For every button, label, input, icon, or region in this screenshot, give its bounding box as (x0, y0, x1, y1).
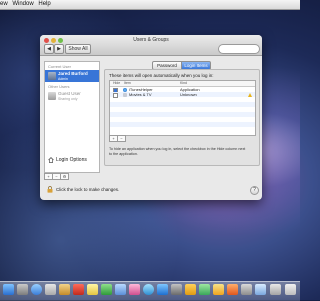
photo-booth-icon[interactable] (129, 284, 140, 295)
other-users-header: Other Users (48, 84, 70, 89)
user-item-jared-burford[interactable]: Jared Burford Admin (45, 70, 99, 82)
firefox-icon[interactable] (227, 284, 238, 295)
login-items-table: Hide Item Kind iTunesHelper Application … (109, 80, 256, 136)
contacts-icon[interactable] (59, 284, 70, 295)
login-options-label: Login Options (56, 157, 87, 163)
maps-icon[interactable] (199, 284, 210, 295)
warning-icon (248, 92, 252, 97)
login-options-item[interactable]: Login Options (48, 156, 98, 164)
calendar-icon[interactable] (73, 284, 84, 295)
movies-icon (123, 92, 127, 97)
avatar (48, 72, 56, 80)
login-items-controls: + − (109, 135, 129, 142)
gear-icon[interactable]: ⚙ (60, 173, 69, 180)
show-all-button[interactable]: Show All (65, 44, 91, 54)
guest-role: Sharing only (58, 96, 78, 101)
empty-row (110, 127, 255, 132)
system-preferences-icon[interactable] (171, 284, 182, 295)
menu-item-help[interactable]: Help (38, 0, 50, 9)
menu-item-window[interactable]: Window (12, 0, 33, 9)
login-items-instruction: These items will open automatically when… (109, 73, 214, 78)
itunes-icon (123, 87, 127, 92)
lock-message: Click the lock to make changes. (56, 187, 120, 192)
notes-icon[interactable] (87, 284, 98, 295)
messages-icon[interactable] (115, 284, 126, 295)
users-groups-window: Users & Groups ◀ ▶ Show All Current User… (40, 35, 262, 200)
mail-icon[interactable] (45, 284, 56, 295)
column-hide[interactable]: Hide (113, 81, 120, 86)
safari-icon[interactable] (31, 284, 42, 295)
sidebar-footer: + − ⚙ (44, 173, 98, 180)
home-icon (48, 157, 54, 163)
rubber-duck-icon[interactable] (213, 284, 224, 295)
utility-icon[interactable] (241, 284, 252, 295)
facetime-icon[interactable] (101, 284, 112, 295)
launchpad-icon[interactable] (17, 284, 28, 295)
app-store-icon[interactable] (157, 284, 168, 295)
documents-stack-icon[interactable] (270, 284, 281, 295)
itunes-dock-icon[interactable] (143, 284, 154, 295)
search-input[interactable] (218, 44, 260, 54)
user-role: Admin (58, 76, 68, 81)
guest-name: Guest User (58, 91, 81, 96)
user-name: Jared Burford (58, 71, 88, 76)
window-titlebar: Users & Groups ◀ ▶ Show All (40, 35, 262, 56)
menu-item-view[interactable]: ew (0, 0, 8, 9)
lock-icon[interactable] (47, 186, 53, 193)
downloads-stack-icon[interactable] (255, 284, 266, 295)
back-button[interactable]: ◀ (44, 44, 54, 54)
finder-icon[interactable] (3, 284, 14, 295)
remove-login-item-button[interactable]: − (117, 135, 126, 142)
user-item-guest[interactable]: Guest User Sharing only (45, 90, 99, 102)
forward-button[interactable]: ▶ (54, 44, 64, 54)
column-item[interactable]: Item (124, 81, 131, 86)
login-items-hint: To hide an application when you log in, … (109, 147, 246, 156)
column-kind[interactable]: Kind (180, 81, 187, 86)
guest-avatar (48, 92, 56, 100)
ibooks-icon[interactable] (185, 284, 196, 295)
menu-bar: ew Window Help (0, 0, 300, 10)
current-user-header: Current User (48, 64, 71, 69)
user-list-sidebar: Current User Jared Burford Admin Other U… (44, 61, 100, 173)
help-button[interactable]: ? (250, 186, 259, 195)
trash-icon[interactable] (285, 284, 296, 295)
window-title: Users & Groups (133, 37, 169, 43)
